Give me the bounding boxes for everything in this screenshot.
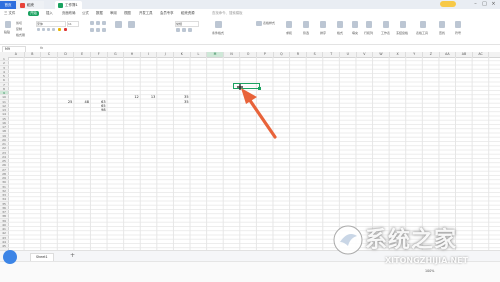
find-label: 查找 — [439, 31, 446, 35]
sum-icon[interactable] — [286, 21, 292, 28]
worksheet-icon[interactable] — [383, 21, 389, 28]
tab-home[interactable]: 首页 — [0, 1, 16, 9]
maximize-icon[interactable]: □ — [482, 2, 487, 7]
add-sheet-icon[interactable]: + — [70, 252, 75, 259]
fill-label: 填充 — [352, 31, 359, 35]
symbol-icon[interactable] — [455, 21, 461, 28]
sort-icon[interactable] — [320, 21, 326, 28]
menu-docer-resources[interactable]: 稻壳资源 — [181, 9, 195, 18]
cell-f13[interactable]: 98 — [91, 108, 105, 112]
italic-icon[interactable] — [42, 28, 45, 31]
menu-data[interactable]: 数据 — [96, 9, 103, 18]
row-header-45[interactable]: 45 — [0, 244, 8, 249]
sort-label: 排序 — [320, 31, 327, 35]
symbol-label: 符号 — [455, 31, 462, 35]
command-search-input[interactable]: 查找命令、搜索模板 — [212, 9, 243, 18]
conditional-format-icon[interactable] — [215, 21, 222, 28]
align-right-icon[interactable] — [102, 28, 106, 32]
freeze-panes-icon[interactable] — [400, 21, 406, 28]
filter-label: 筛选 — [303, 31, 310, 35]
watermark-url: XITONGZHIJIA.NET — [385, 256, 469, 265]
tab-docer[interactable]: 稻壳 — [17, 1, 44, 9]
currency-icon[interactable] — [176, 28, 180, 32]
minimize-icon[interactable]: – — [473, 2, 478, 7]
merge-center-icon[interactable] — [115, 21, 122, 28]
menu-home[interactable]: 开始 — [28, 11, 39, 16]
menu-developer[interactable]: 开发工具 — [139, 9, 153, 18]
freeze-panes-label: 冻结窗格 — [396, 31, 409, 35]
find-icon[interactable] — [439, 21, 445, 28]
app-assistant-icon[interactable] — [3, 250, 17, 264]
cell-k11[interactable]: 35 — [174, 100, 188, 104]
align-center-icon[interactable] — [96, 28, 100, 32]
align-top-icon[interactable] — [90, 21, 94, 25]
title-bar: 首页 稻壳 工作簿1 登录 – □ × — [0, 0, 500, 17]
cut-button[interactable]: 剪切 — [16, 21, 22, 25]
underline-icon[interactable] — [47, 28, 50, 31]
align-middle-icon[interactable] — [96, 21, 100, 25]
menu-insert[interactable]: 插入 — [46, 9, 53, 18]
menu-file[interactable]: 三 文件 — [4, 9, 15, 18]
number-format-select[interactable]: 常规 — [175, 21, 199, 27]
worksheet-label: 工作表 — [381, 31, 391, 35]
paste-label: 粘贴 — [4, 30, 11, 34]
menu-view[interactable]: 视图 — [124, 9, 131, 18]
align-left-icon[interactable] — [90, 28, 94, 32]
paste-icon[interactable] — [5, 21, 11, 28]
thousands-icon[interactable] — [188, 28, 192, 32]
wrap-text-icon[interactable] — [128, 21, 135, 28]
cell-i10[interactable]: 13 — [141, 95, 155, 99]
sheet-logo-icon — [58, 2, 63, 8]
font-family-select[interactable]: 宋体 — [36, 21, 66, 27]
border-icon[interactable] — [52, 28, 55, 31]
formula-input[interactable] — [48, 46, 498, 51]
menu-formulas[interactable]: 公式 — [82, 9, 89, 18]
cell-e11[interactable]: 48 — [74, 100, 89, 104]
annotation-arrow-icon — [241, 88, 277, 139]
format-label: 格式 — [337, 31, 344, 35]
cell-h10[interactable]: 12 — [124, 95, 138, 99]
docer-logo-icon — [20, 2, 25, 8]
menu-member[interactable]: 会员专享 — [160, 9, 174, 18]
conditional-format-label: 条件格式 — [212, 31, 225, 35]
tab-workbook[interactable]: 工作簿1 — [55, 1, 82, 9]
ribbon-toolbar: 粘贴 剪切 复制 格式刷 宋体 11 常规 条件格式 表格样式 求和 筛选 排序… — [0, 18, 500, 45]
filter-icon[interactable] — [303, 21, 309, 28]
fill-color-icon[interactable] — [58, 28, 61, 31]
rows-columns-icon[interactable] — [366, 21, 372, 28]
table-style-label: 表格样式 — [263, 21, 276, 25]
watermark-logo-icon — [333, 225, 363, 255]
format-icon[interactable] — [337, 21, 343, 28]
cell-d11[interactable]: 25 — [58, 100, 72, 104]
font-size-select[interactable]: 11 — [67, 21, 79, 27]
menu-page-layout[interactable]: 页面布局 — [62, 9, 76, 18]
watermark: 系统之家 XITONGZHIJIA.NET — [330, 218, 498, 273]
table-tools-label: 表格工具 — [416, 31, 429, 35]
close-icon[interactable]: × — [491, 2, 496, 7]
login-button[interactable]: 登录 — [440, 1, 456, 17]
copy-button[interactable]: 复制 — [16, 27, 22, 31]
format-painter-button[interactable]: 格式刷 — [16, 33, 25, 37]
table-style-icon[interactable] — [256, 21, 262, 26]
rows-columns-label: 行和列 — [364, 31, 374, 35]
sum-label: 求和 — [286, 31, 293, 35]
bold-icon[interactable] — [37, 28, 40, 31]
table-tools-icon[interactable] — [420, 21, 426, 28]
watermark-text: 系统之家 — [365, 228, 458, 253]
fill-icon[interactable] — [352, 21, 358, 28]
align-bottom-icon[interactable] — [102, 21, 106, 25]
percent-icon[interactable] — [182, 28, 186, 32]
menu-review[interactable]: 审阅 — [110, 9, 117, 18]
function-icon[interactable]: fx — [40, 45, 43, 52]
font-color-icon[interactable] — [64, 28, 67, 31]
